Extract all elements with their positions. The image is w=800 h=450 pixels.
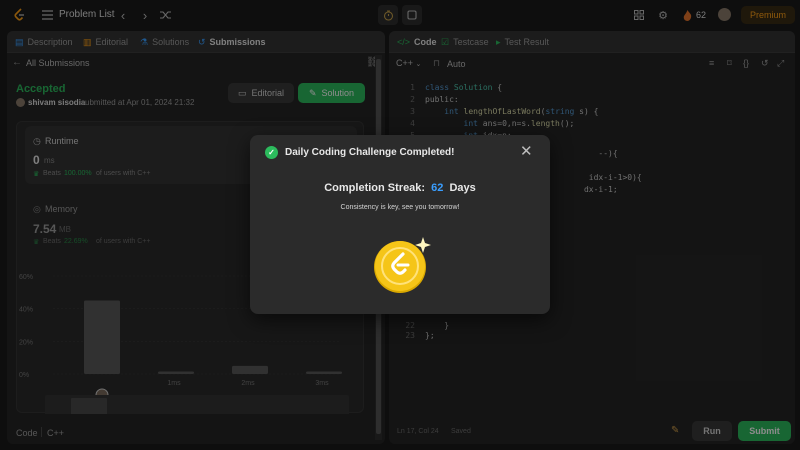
leetcode-coin-icon <box>374 237 431 293</box>
modal-message: Consistency is key, see you tomorrow! <box>340 204 460 211</box>
streak-line: Completion Streak: 62 Days <box>250 182 550 194</box>
close-icon[interactable]: ✕ <box>520 144 533 159</box>
check-circle-icon: ✓ <box>265 146 278 159</box>
streak-value: 62 <box>431 182 444 194</box>
streak-unit: Days <box>449 182 476 194</box>
completion-modal: ✓ Daily Coding Challenge Completed! ✕ Co… <box>250 135 550 314</box>
modal-title: Daily Coding Challenge Completed! <box>285 147 455 158</box>
streak-label: Completion Streak: <box>324 182 426 194</box>
